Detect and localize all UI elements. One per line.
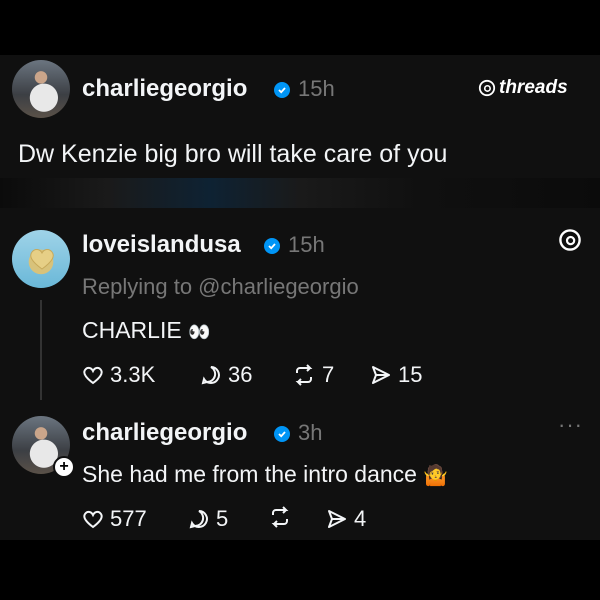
- follow-plus-icon[interactable]: +: [53, 456, 75, 478]
- repost-count: 7: [322, 362, 335, 387]
- charliegeorgio-avatar[interactable]: [12, 60, 70, 118]
- top-post-text: Dw Kenzie big bro will take care of you: [18, 140, 448, 168]
- reply-2-text-content: She had me from the intro dance: [82, 461, 417, 487]
- threads-wordmark: threads: [499, 77, 568, 98]
- verified-badge-icon: [274, 82, 290, 98]
- repost-button[interactable]: [268, 506, 292, 528]
- reply-1-time: 15h: [288, 232, 325, 257]
- heart-icon: [83, 366, 103, 385]
- comment-count: 36: [228, 362, 253, 387]
- repost-icon: [295, 364, 313, 386]
- reply-2-time: 3h: [298, 420, 323, 445]
- verified-badge-icon: [264, 238, 280, 254]
- verified-badge-icon: [274, 426, 290, 442]
- share-icon: [328, 510, 346, 528]
- threads-logo-icon: [478, 79, 496, 97]
- comment-icon: [201, 366, 220, 385]
- repost-button[interactable]: 7: [292, 362, 334, 388]
- share-button[interactable]: 4: [326, 506, 366, 532]
- comment-count: 5: [216, 506, 229, 531]
- repost-icon: [271, 506, 289, 528]
- like-button[interactable]: 577: [82, 506, 147, 532]
- reply-2-username[interactable]: charliegeorgio: [82, 419, 247, 447]
- top-post-card: charliegeorgio 15h threads Dw Kenzie big…: [0, 55, 600, 185]
- threads-logo: threads: [478, 77, 568, 99]
- reply-1-text-content: CHARLIE: [82, 317, 182, 343]
- reply-1-text: CHARLIE 👀: [82, 317, 211, 344]
- heart-icon: [83, 510, 103, 529]
- more-options-icon[interactable]: ···: [558, 412, 583, 438]
- share-icon: [372, 366, 390, 384]
- comment-button[interactable]: 5: [188, 506, 228, 532]
- share-count: 4: [354, 506, 367, 531]
- top-post-username[interactable]: charliegeorgio: [82, 75, 247, 103]
- media-strip: [0, 178, 600, 208]
- threads-icon[interactable]: [558, 228, 582, 252]
- reply-thread-card: loveislandusa 15h Replying to @charliege…: [0, 208, 600, 540]
- reply-1-username[interactable]: loveislandusa: [82, 231, 241, 259]
- top-post-time: 15h: [298, 76, 335, 101]
- like-button[interactable]: 3.3K: [82, 362, 155, 388]
- comment-button[interactable]: 36: [200, 362, 252, 388]
- share-button[interactable]: 15: [370, 362, 422, 388]
- eyes-emoji: 👀: [188, 322, 211, 342]
- loveislandusa-avatar[interactable]: [12, 230, 70, 288]
- heart-logo-icon: [30, 249, 54, 270]
- replying-to-label[interactable]: Replying to @charliegeorgio: [82, 274, 359, 300]
- shrug-emoji: 🤷: [423, 465, 449, 487]
- like-count: 577: [110, 506, 147, 531]
- comment-icon: [189, 510, 208, 529]
- reply-2-text: She had me from the intro dance 🤷: [82, 461, 448, 488]
- like-count: 3.3K: [110, 362, 156, 387]
- thread-connector-line: [40, 300, 42, 400]
- share-count: 15: [398, 362, 423, 387]
